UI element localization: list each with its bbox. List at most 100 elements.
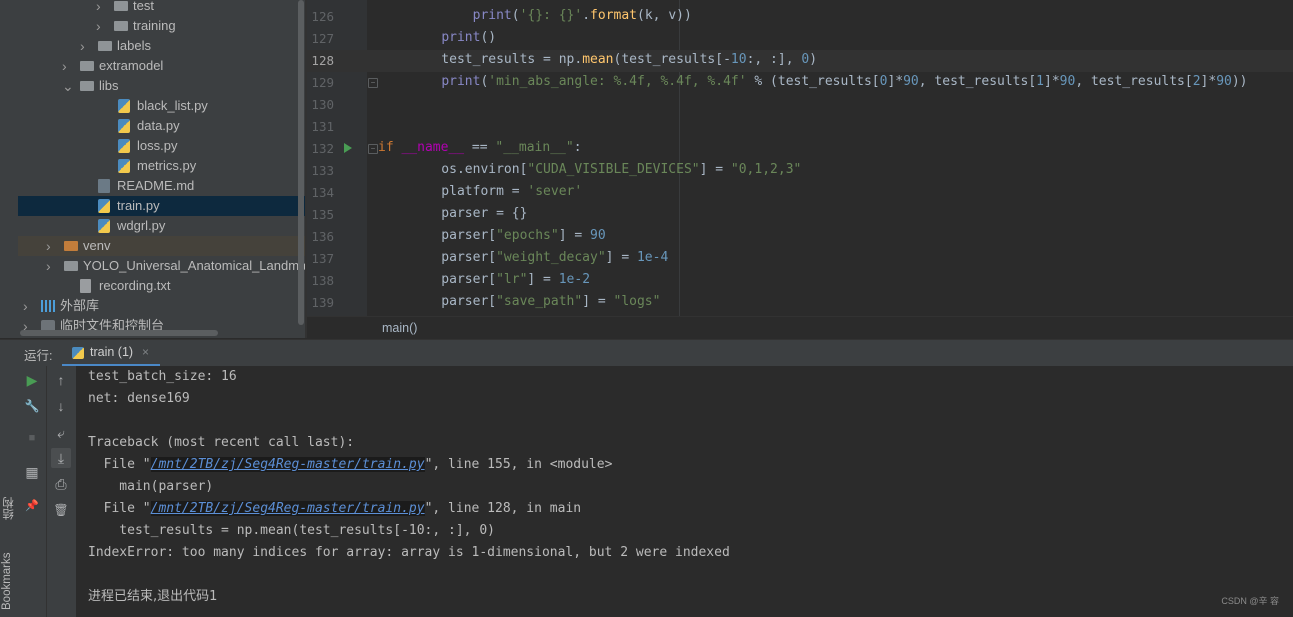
- file-path-link[interactable]: /mnt/2TB/zj/Seg4Reg-master/train.py: [150, 457, 425, 472]
- line-number: 136: [311, 229, 334, 244]
- layout-icon[interactable]: ▦: [22, 462, 42, 482]
- python-run-icon: [72, 347, 84, 359]
- chevron-right-icon[interactable]: ›: [96, 0, 106, 16]
- code-line[interactable]: 137 parser["weight_decay"] = 1e-4: [307, 248, 1293, 270]
- project-vertical-scrollbar[interactable]: [298, 0, 304, 325]
- folder-icon: [114, 1, 128, 11]
- chevron-right-icon[interactable]: ›: [62, 56, 72, 76]
- chevron-down-icon[interactable]: ⌄: [62, 76, 74, 96]
- trash-icon[interactable]: 🗑: [51, 500, 71, 520]
- tree-item[interactable]: › 外部库: [18, 296, 306, 316]
- folder-orange-icon: [64, 241, 78, 251]
- print-icon[interactable]: ⎙: [51, 474, 71, 494]
- rerun-icon[interactable]: ▶: [22, 370, 42, 390]
- tree-item-label: 外部库: [60, 298, 100, 313]
- tree-item-label: wdgrl.py: [117, 218, 166, 233]
- line-number: 138: [311, 273, 334, 288]
- chevron-right-icon[interactable]: ›: [23, 296, 33, 316]
- watermark: CSDN @辛 容: [1221, 596, 1279, 606]
- code-text: os.environ["CUDA_VISIBLE_DEVICES"] = "0,…: [410, 162, 802, 177]
- tree-item[interactable]: black_list.py: [18, 96, 306, 116]
- console-line: Traceback (most recent call last):: [88, 435, 355, 450]
- python-file-icon: [98, 219, 110, 233]
- file-path-link[interactable]: /mnt/2TB/zj/Seg4Reg-master/train.py: [150, 501, 425, 516]
- tree-item[interactable]: metrics.py: [18, 156, 306, 176]
- line-number: 132: [311, 141, 334, 156]
- tab-label: train (1): [90, 345, 134, 359]
- scroll-up-icon[interactable]: ↑: [51, 370, 71, 390]
- code-text: parser["lr"] = 1e-2: [410, 272, 591, 287]
- markdown-file-icon: [98, 179, 110, 193]
- line-number: 129: [311, 75, 334, 90]
- run-label: 运行:: [24, 349, 53, 363]
- project-left-stripe: [0, 0, 18, 338]
- stop-icon[interactable]: ■: [22, 428, 42, 448]
- tree-item-label: loss.py: [137, 138, 178, 153]
- run-tool-window-header: 运行: train (1) ×: [0, 339, 1293, 368]
- fold-icon[interactable]: −: [368, 144, 378, 154]
- scroll-to-end-icon[interactable]: ⤓: [51, 448, 71, 468]
- tree-item[interactable]: › labels: [18, 36, 306, 56]
- code-line[interactable]: 136 parser["epochs"] = 90: [307, 226, 1293, 248]
- run-gutter-icon[interactable]: [344, 143, 352, 153]
- code-editor[interactable]: 126 print('{}: {}'.format(k, v)) 127 prin…: [307, 0, 1293, 316]
- line-number: 128: [311, 53, 334, 68]
- python-file-icon: [118, 119, 130, 133]
- code-line[interactable]: 127 print(): [307, 28, 1293, 50]
- line-number: 137: [311, 251, 334, 266]
- code-line[interactable]: 135 parser = {}: [307, 204, 1293, 226]
- console-line: File "/mnt/2TB/zj/Seg4Reg-master/train.p…: [88, 454, 612, 476]
- code-line[interactable]: 131: [307, 116, 1293, 138]
- code-line[interactable]: 129 − print('min_abs_angle: %.4f, %.4f, %…: [307, 72, 1293, 94]
- tree-item[interactable]: train.py: [18, 196, 306, 216]
- fold-icon[interactable]: −: [368, 78, 378, 88]
- code-line[interactable]: 130: [307, 94, 1293, 116]
- code-line[interactable]: 126 print('{}: {}'.format(k, v)): [307, 6, 1293, 28]
- tree-item[interactable]: ⌄ libs: [18, 76, 306, 96]
- tree-item[interactable]: recording.txt: [18, 276, 306, 296]
- code-line[interactable]: 128 test_results = np.mean(test_results[…: [307, 50, 1293, 72]
- code-line[interactable]: 139 parser["save_path"] = "logs": [307, 292, 1293, 314]
- folder-icon: [64, 261, 78, 271]
- bookmarks-tool-button[interactable]: Bookmarks: [1, 540, 17, 610]
- scroll-down-icon[interactable]: ↓: [51, 396, 71, 416]
- toolbar-separator: [46, 366, 47, 617]
- wrench-icon[interactable]: 🔧: [22, 396, 42, 416]
- tree-item[interactable]: wdgrl.py: [18, 216, 306, 236]
- code-line[interactable]: 132 − if __name__ == "__main__":: [307, 138, 1293, 160]
- run-console[interactable]: test_batch_size: 16 net: dense169 Tracebac…: [76, 366, 1293, 617]
- console-line: net: dense169: [88, 391, 190, 406]
- chevron-right-icon[interactable]: ›: [46, 256, 56, 276]
- tree-item[interactable]: › YOLO_Universal_Anatomical_Landmark_: [18, 256, 306, 276]
- code-line[interactable]: 138 parser["lr"] = 1e-2: [307, 270, 1293, 292]
- tree-item[interactable]: › venv: [18, 236, 306, 256]
- tree-item-label: training: [133, 18, 176, 33]
- code-line[interactable]: 134 platform = 'sever': [307, 182, 1293, 204]
- tree-item-label: venv: [83, 238, 111, 253]
- structure-tool-button[interactable]: 结构: [1, 480, 17, 520]
- code-text: test_results = np.mean(test_results[-10:…: [410, 52, 818, 67]
- console-text: ", line 128, in main: [424, 501, 582, 516]
- code-line[interactable]: 133 os.environ["CUDA_VISIBLE_DEVICES"] =…: [307, 160, 1293, 182]
- console-text: File ": [88, 457, 151, 472]
- close-tab-icon[interactable]: ×: [142, 345, 149, 359]
- tab-train-1[interactable]: train (1) ×: [62, 340, 160, 367]
- code-text: parser["save_path"] = "logs": [410, 294, 661, 309]
- breadcrumb-item-main[interactable]: main(): [382, 317, 417, 339]
- tree-item[interactable]: loss.py: [18, 136, 306, 156]
- project-horizontal-scrollbar[interactable]: [20, 330, 218, 336]
- chevron-right-icon[interactable]: ›: [46, 236, 56, 256]
- chevron-right-icon[interactable]: ›: [96, 16, 106, 36]
- line-number: 139: [311, 295, 334, 310]
- tree-item[interactable]: › training: [18, 16, 306, 36]
- chevron-right-icon[interactable]: ›: [80, 36, 90, 56]
- soft-wrap-icon[interactable]: ⤶: [51, 423, 71, 443]
- console-text: File ": [88, 501, 151, 516]
- console-line: main(parser): [88, 479, 214, 494]
- tree-item[interactable]: › extramodel: [18, 56, 306, 76]
- pin-icon[interactable]: 📌: [22, 496, 42, 516]
- tree-item[interactable]: README.md: [18, 176, 306, 196]
- console-line: test_batch_size: 16: [88, 369, 237, 384]
- tree-item[interactable]: data.py: [18, 116, 306, 136]
- tree-item[interactable]: › test: [18, 0, 306, 16]
